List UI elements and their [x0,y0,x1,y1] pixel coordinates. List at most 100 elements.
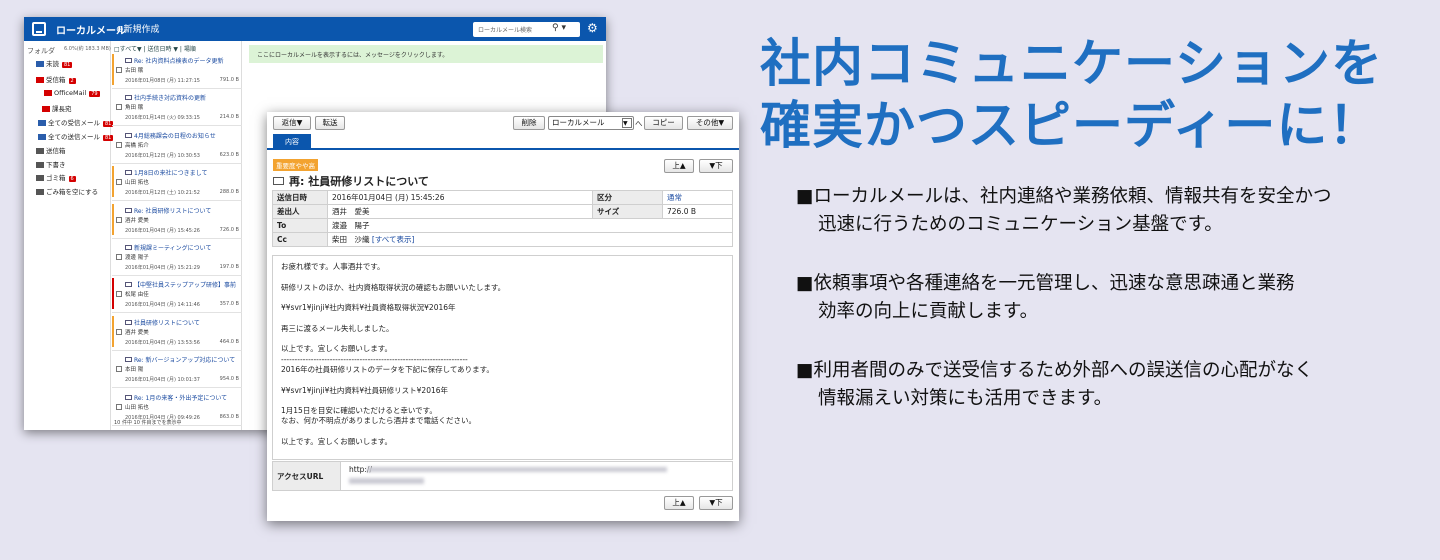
message-checkbox[interactable] [116,104,122,111]
body-line: ¥¥svr1¥jinji¥社内資料¥社員資格取得状況¥2016年 [281,303,456,313]
folder-select[interactable]: ローカルメール ▼ [548,116,634,130]
folder-item[interactable]: ゴミ箱 6 [36,172,76,182]
mail-view-window: 返信▼ 転送 削除 ローカルメール ▼ へ コピー その他▼ 内容 重要度やや高 … [267,112,739,521]
body-line: 1月15日を目安に確認いただけると幸いです。 [281,406,437,416]
unread-badge: 2 [68,78,76,84]
forward-button[interactable]: 転送 [315,116,345,130]
envelope-icon [125,132,132,138]
list-item[interactable]: 1月8日の来社につきまして山田 拓也 2016年01月12日 (土) 10:21:… [112,164,242,202]
message-size: 954.0 B [219,376,239,383]
message-subject: 社内手続き対応資料の更新 [125,93,206,102]
message-checkbox[interactable] [116,216,122,223]
message-subject: Re: 社内資料点検表のデータ更新 [125,56,224,65]
folder-label: ごみ箱を空にする [46,188,99,196]
list-item[interactable]: Re: 社員研修リストについて 酒井 愛美 2016年01月04日 (月) 15:4… [112,202,242,239]
message-checkbox[interactable] [116,291,122,298]
unread-badge: 81 [62,62,73,68]
folder-item[interactable]: 全ての受信メール 81 [38,117,114,127]
message-subject-text: Re: 新バージョンアップ対応について [134,357,236,365]
message-checkbox[interactable] [116,179,122,186]
message-date: 2016年01月14日 (火) 09:33:15 [125,115,200,122]
list-item[interactable]: 【中堅社員ステップアップ研修】事前 松尾 由佳 2016年01月04日 (月) 14… [112,276,242,314]
message-size: 357.0 B [219,301,239,308]
message-checkbox[interactable] [116,67,122,73]
other-menu-button[interactable]: その他▼ [687,116,733,130]
body-line [281,272,724,282]
preview-hint: ここにローカルメールを表示するには、メッセージをクリックします。 [249,45,603,63]
list-item[interactable]: 社員研修リストについて 酒井 愛美 2016年01月04日 (月) 13:53:56… [112,314,242,351]
message-checkbox[interactable] [116,141,122,148]
message-size: 863.0 B [219,413,239,420]
list-item[interactable]: 新規課ミーティングについて 渡邊 陽子 2016年01月04日 (月) 15:21:… [112,239,242,276]
mail-subject-text: 再: 社員研修リストについて [289,175,429,188]
bullet-3-line1: ■利用者間のみで送受信するため外部への誤送信の心配がなく [796,360,1313,381]
message-size: 197.0 B [219,264,239,270]
message-checkbox[interactable] [116,366,122,373]
size-value: 726.0 B [662,204,733,219]
copy-button[interactable]: コピー [644,116,683,130]
message-subject-text: 1月8日の来社につきまして [134,170,208,178]
folder-label: 全ての送信メール [48,133,100,141]
folder-item[interactable]: ごみ箱を空にする [36,186,98,196]
message-subject: Re: 1月の来客・外出予定について [125,393,227,402]
prev-mail-button-bottom[interactable]: 上▲ [664,496,694,510]
folder-item[interactable]: OfficeMail 79 [44,89,100,97]
redacted-url [367,467,667,472]
folder-icon [44,90,52,96]
list-item[interactable]: Re: 新バージョンアップ対応について 本田 陽 2016年01月04日 (月) 1… [112,351,242,389]
message-from: 山田 拓也 [125,180,149,187]
delete-button[interactable]: 削除 [513,116,545,130]
folder-label: 未読 [46,60,59,68]
list-item[interactable]: 4月総務課会の日程のお知らせ 高橋 拓介 2016年01月12日 (月) 10:30… [112,127,242,164]
message-subject: 4月総務課会の日程のお知らせ [125,131,216,140]
message-checkbox[interactable] [116,328,122,335]
message-checkbox[interactable] [116,403,122,410]
folder-label: ゴミ箱 [46,174,66,182]
envelope-icon [273,177,284,185]
search-icon[interactable]: ⚲ ▾ [552,23,566,33]
cc-label: Cc [272,232,328,247]
list-item[interactable]: 社内手続き対応資料の更新 角田 穣 2016年01月14日 (火) 09:33:15… [112,89,242,127]
folder-item[interactable]: 受信箱 2 [36,74,76,84]
storage-usage: 6.0%(約 183.3 MB) [64,46,111,52]
message-subject: 1月8日の来社につきまして [125,168,207,177]
reply-button[interactable]: 返信▼ [273,116,311,130]
message-date: 2016年01月12日 (土) 10:21:52 [125,190,200,197]
mail-subject: 再: 社員研修リストについて [273,173,429,189]
message-subject-text: 新規課ミーティングについて [134,245,212,252]
next-mail-button-bottom[interactable]: ▼下 [699,496,733,510]
bullet-1-line2: 迅速に行うためのコミュニケーション基盤です。 [818,214,1223,235]
prev-mail-button[interactable]: 上▲ [664,159,694,173]
priority-badge: 重要度やや高 [273,159,318,171]
folder-item[interactable]: 未読 81 [36,58,73,68]
flag-marker [112,241,114,272]
sent-value: 2016年01月04日 (月) 15:45:26 [327,190,593,205]
envelope-icon [125,319,132,325]
bullet-2-line2: 効率の向上に貢献します。 [818,301,1039,322]
gear-icon[interactable]: ⚙ [587,21,598,35]
message-checkbox[interactable] [116,254,122,260]
flag-marker [112,315,114,347]
folder-item[interactable]: 送信箱 [36,145,66,155]
message-size: 464.0 B [219,338,239,345]
folder-label: 全ての受信メール [48,119,100,127]
message-date: 2016年01月04日 (月) 10:01:37 [125,377,200,384]
show-all-link[interactable]: [すべて表示] [372,235,415,244]
message-date: 2016年01月04日 (月) 14:11:46 [125,302,200,309]
folder-label: 課長宛 [52,105,72,113]
list-item[interactable]: Re: 社内資料点検表のデータ更新 古田 穣 2016年01月08日 (月) 11:… [112,52,242,89]
body-line [281,313,724,323]
tab-content[interactable]: 内容 [273,134,311,150]
next-mail-button[interactable]: ▼下 [699,159,733,173]
message-size: 791.0 B [219,77,239,83]
body-line: お疲れ様です。人事酒井です。 [281,262,385,271]
message-subject-text: Re: 1月の来客・外出予定について [134,394,228,402]
folder-item[interactable]: 下書き [36,159,66,169]
body-line: 以上です。宜しくお願いします。 [281,344,392,354]
envelope-icon [125,394,132,400]
message-subject: 新規課ミーティングについて [125,243,211,252]
new-mail-button[interactable]: ⊕新規作成 [116,22,160,35]
folder-item[interactable]: 課長宛 [42,103,72,113]
folder-item[interactable]: 全ての送信メール 81 [38,131,114,141]
flag-marker [112,91,114,122]
